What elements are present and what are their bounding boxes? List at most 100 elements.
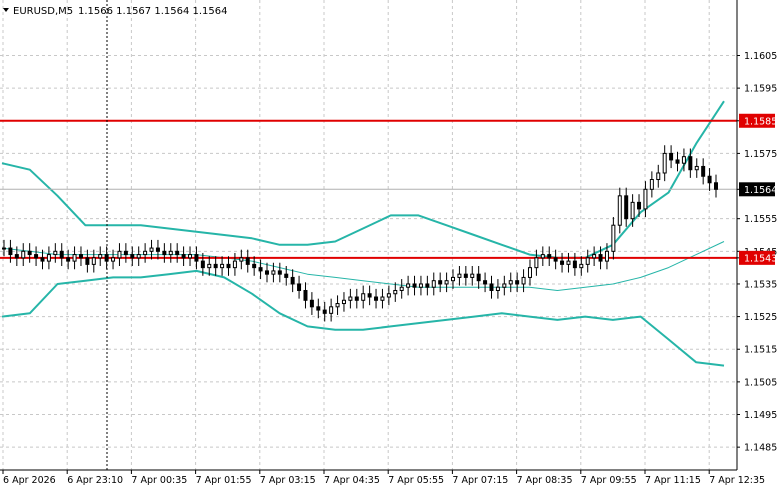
candle-body [540,254,545,259]
current-price-tag: 1.1564 [744,185,777,196]
time-tick-label: 7 Apr 09:55 [581,475,637,486]
level-high-tag: 1.1585 [744,116,777,127]
candle-body [348,296,353,301]
time-tick-label: 6 Apr 23:10 [67,475,123,486]
candle-body [104,254,109,262]
candle-body [297,283,302,291]
time-tick-label: 7 Apr 05:55 [388,475,444,486]
candle-body [412,283,417,288]
price-tick-label: 1.1555 [744,214,777,225]
chart-window[interactable]: 1.16051.15951.15751.15551.15451.15351.15… [0,0,781,489]
candle-body [98,254,103,259]
candle-body [194,254,199,262]
candle-body [489,283,494,291]
candle-body [547,254,552,259]
candle-body [309,299,314,308]
candle-body [14,254,19,259]
candle-body [232,260,237,269]
candle-body [374,296,379,301]
candle-body [200,260,205,269]
candle-body [579,263,584,269]
time-tick-label: 7 Apr 12:35 [709,475,765,486]
candle-body [425,283,430,288]
candle-body [21,250,26,259]
candle-body [386,293,391,298]
candle-body [303,289,308,301]
candle-body [380,296,385,301]
candle-body [85,257,90,265]
candle-body [553,257,558,262]
candle-body [155,247,160,252]
time-tick-label: 7 Apr 11:15 [645,475,701,486]
candle-body [681,156,686,164]
candle-body [53,250,58,256]
candle-body [284,273,289,278]
candle-body [637,201,642,210]
candle-body [572,260,577,269]
candle-body [213,263,218,269]
candle-body [27,250,32,256]
candle-body [117,250,122,259]
time-tick-label: 7 Apr 01:55 [196,475,252,486]
candle-body [508,280,513,285]
price-chart[interactable]: 1.16051.15951.15751.15551.15451.15351.15… [0,0,781,489]
time-tick-label: 7 Apr 03:15 [260,475,316,486]
candle-body [168,250,173,256]
time-tick-label: 7 Apr 08:35 [517,475,573,486]
candle-body [444,280,449,285]
candle-body [181,254,186,259]
candle-body [316,306,321,311]
price-tick-label: 1.1525 [744,312,777,323]
price-tick-label: 1.1535 [744,279,777,290]
candle-body [322,309,327,314]
candle-body [188,254,193,259]
candle-body [149,247,154,252]
candle-body [656,172,661,181]
candle-body [34,254,39,259]
candle-body [604,250,609,262]
candle-body [534,257,539,269]
candle-body [277,270,282,275]
candle-body [130,254,135,259]
candle-body [585,257,590,265]
candle-body [40,257,45,262]
candle-body [630,201,635,220]
candle-body [226,263,231,269]
candle-body [245,257,250,265]
candle-body [566,260,571,265]
candle-body [143,250,148,256]
candle-body [72,254,77,262]
candle-body [470,273,475,278]
candle-body [617,195,622,226]
candle-body [483,280,488,285]
chart-background [0,0,781,489]
candle-body [123,250,128,256]
price-tick-label: 1.1505 [744,377,777,388]
candle-body [694,165,699,171]
candle-body [361,293,366,301]
candle-body [431,280,436,288]
candle-body [271,270,276,275]
candle-body [136,254,141,259]
candle-body [2,247,6,250]
candle-body [463,273,468,278]
time-tick-label: 7 Apr 07:15 [452,475,508,486]
candle-body [329,306,334,314]
candle-body [457,273,462,278]
candle-body [354,296,359,301]
symbol-header: EURUSD,M5 1.1566 1.1567 1.1564 1.1564 [3,6,228,17]
candle-body [707,175,712,184]
price-tick-label: 1.1495 [744,410,777,421]
price-tick-label: 1.1485 [744,443,777,454]
candle-body [111,257,116,262]
candle-body [515,280,520,285]
candle-body [451,276,456,282]
candle-body [662,152,667,174]
candle-body [669,152,674,161]
level-low-tag: 1.1543 [744,253,777,264]
candle-body [675,159,680,164]
candle-body [220,263,225,269]
candle-body [592,254,597,259]
time-tick-label: 6 Apr 2026 [3,475,56,486]
candle-body [175,250,180,256]
